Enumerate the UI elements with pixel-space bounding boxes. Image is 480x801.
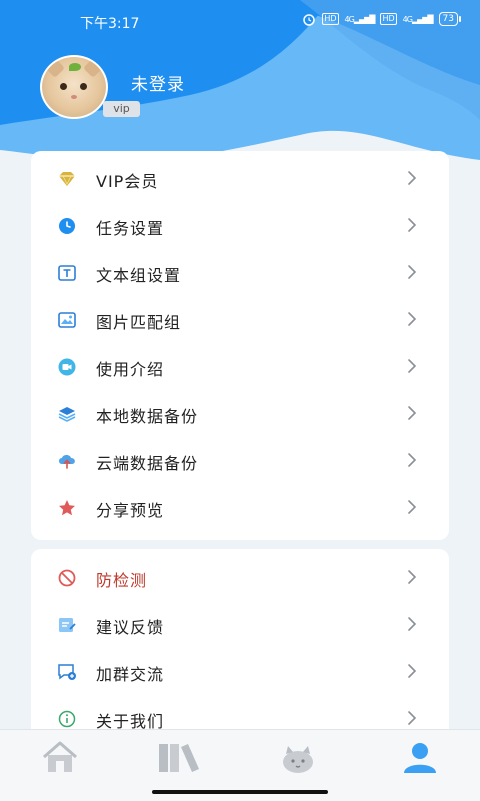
chevron-right-icon xyxy=(408,359,417,373)
chevron-right-icon xyxy=(408,218,417,232)
star-icon xyxy=(57,498,77,518)
menu-item-label: 本地数据备份 xyxy=(96,407,199,426)
ban-icon xyxy=(57,568,77,588)
net-label-1: 4G xyxy=(344,14,355,24)
nav-profile[interactable] xyxy=(400,740,440,776)
info-icon xyxy=(57,709,77,729)
video-icon xyxy=(57,357,77,377)
nav-library[interactable] xyxy=(157,740,199,776)
chevron-right-icon xyxy=(408,171,417,185)
menu-item-label: VIP会员 xyxy=(96,172,159,191)
cat-icon xyxy=(283,746,313,773)
image-icon xyxy=(57,310,77,330)
menu-item-intro[interactable]: 使用介绍 xyxy=(31,343,449,390)
avatar-eye-right xyxy=(80,83,87,90)
menu-item-vip[interactable]: VIP会员 xyxy=(31,155,449,202)
home-icon xyxy=(43,741,77,772)
chevron-right-icon xyxy=(408,617,417,631)
menu-item-label: 建议反馈 xyxy=(96,618,165,637)
chevron-right-icon xyxy=(408,500,417,514)
chevron-right-icon xyxy=(408,570,417,584)
chevron-right-icon xyxy=(408,406,417,420)
menu-item-label: 文本组设置 xyxy=(96,266,182,285)
username-label[interactable]: 未登录 xyxy=(131,70,185,95)
alarm-icon xyxy=(303,14,316,26)
vip-badge: vip xyxy=(103,101,140,117)
user-icon xyxy=(404,743,436,773)
chevron-right-icon xyxy=(408,664,417,678)
home-indicator[interactable] xyxy=(152,790,328,794)
text-box-icon xyxy=(57,263,77,283)
diamond-icon xyxy=(57,169,77,189)
nav-home[interactable] xyxy=(40,740,80,776)
menu-item-task-settings[interactable]: 任务设置 xyxy=(31,202,449,249)
menu-card-main: VIP会员 任务设置 文本组设置 图片匹配组 使用介绍 本地数据备份 云端数据备… xyxy=(31,151,449,540)
avatar-leaf xyxy=(69,63,81,71)
menu-item-label: 图片匹配组 xyxy=(96,313,182,332)
menu-item-text-group[interactable]: 文本组设置 xyxy=(31,249,449,296)
menu-item-label: 任务设置 xyxy=(96,219,165,238)
clock-icon xyxy=(57,216,77,236)
menu-item-label: 云端数据备份 xyxy=(96,454,199,473)
chevron-right-icon xyxy=(408,265,417,279)
net-label-2: 4G xyxy=(402,14,413,24)
menu-item-local-backup[interactable]: 本地数据备份 xyxy=(31,390,449,437)
menu-item-image-match[interactable]: 图片匹配组 xyxy=(31,296,449,343)
avatar[interactable] xyxy=(40,55,108,119)
menu-item-share-preview[interactable]: 分享预览 xyxy=(31,484,449,531)
hd-badge-1: HD xyxy=(322,13,339,25)
menu-card-secondary: 防检测 建议反馈 加群交流 关于我们 xyxy=(31,549,449,749)
menu-item-label: 防检测 xyxy=(96,571,148,590)
signal-1: 4G▂▄▆█ xyxy=(344,14,376,24)
books-icon xyxy=(159,744,199,772)
feedback-icon xyxy=(57,615,77,635)
layers-icon xyxy=(57,404,77,424)
avatar-eye-left xyxy=(60,83,67,90)
menu-item-label: 加群交流 xyxy=(96,665,165,684)
status-bar: 下午3:17 HD 4G▂▄▆█ HD 4G▂▄▆█ 73 xyxy=(0,0,480,40)
cloud-upload-icon xyxy=(57,451,77,471)
signal-2: 4G▂▄▆█ xyxy=(402,14,434,24)
menu-item-join-group[interactable]: 加群交流 xyxy=(31,648,449,695)
menu-item-anti-detect[interactable]: 防检测 xyxy=(31,554,449,601)
chevron-right-icon xyxy=(408,453,417,467)
chevron-right-icon xyxy=(408,711,417,725)
hd-badge-2: HD xyxy=(380,13,397,25)
menu-item-feedback[interactable]: 建议反馈 xyxy=(31,601,449,648)
menu-item-label: 分享预览 xyxy=(96,501,165,520)
nav-discover[interactable] xyxy=(278,740,318,776)
status-time: 下午3:17 xyxy=(80,16,140,32)
status-icons: HD 4G▂▄▆█ HD 4G▂▄▆█ 73 xyxy=(302,12,462,26)
chat-add-icon xyxy=(57,662,77,682)
menu-item-label: 使用介绍 xyxy=(96,360,165,379)
menu-item-cloud-backup[interactable]: 云端数据备份 xyxy=(31,437,449,484)
battery-indicator: 73 xyxy=(438,12,462,26)
chevron-right-icon xyxy=(408,312,417,326)
avatar-nose xyxy=(71,95,77,99)
